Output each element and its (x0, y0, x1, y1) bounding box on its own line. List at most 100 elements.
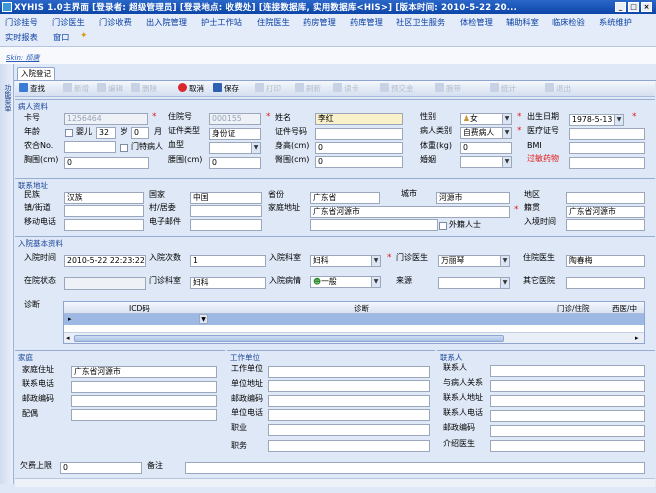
family-zip-field[interactable] (71, 395, 217, 407)
edit-button[interactable]: 编辑 (97, 83, 123, 95)
dept-select[interactable]: 妇科 ▼ (310, 255, 381, 267)
arrears-field[interactable]: 0 (60, 462, 142, 474)
other-hospital-field[interactable] (566, 277, 645, 289)
title-bar[interactable]: XYHIS 1.0主界面 [登录者: 超级管理员] [登录地点: 收费处] [连… (0, 0, 656, 14)
menu-item[interactable]: 住院医生 (257, 16, 290, 28)
chevron-down-icon[interactable]: ▼ (199, 314, 208, 324)
blood-select[interactable]: ▼ (209, 142, 261, 154)
contact-person-field[interactable] (490, 365, 645, 377)
infant-checkbox[interactable] (65, 129, 73, 137)
spouse-field[interactable] (71, 409, 217, 421)
op-doctor-select[interactable]: 万丽琴 ▼ (438, 255, 510, 267)
city-select[interactable]: 河源市 (436, 192, 510, 204)
menu-item[interactable]: 实时报表 (5, 31, 38, 43)
wristband-button[interactable]: 腕带 (435, 83, 461, 95)
waist-field[interactable]: 0 (209, 157, 261, 169)
contact-zip-field[interactable] (490, 425, 645, 437)
gender-select[interactable]: ♟女 ▼ (460, 113, 512, 125)
birth-date-picker[interactable]: 1978-5-13 ▼ (569, 114, 624, 126)
wand-icon[interactable]: ✦ (80, 31, 88, 41)
cancel-button[interactable]: 取消 (178, 83, 204, 95)
town-field[interactable] (64, 205, 144, 217)
family-phone-field[interactable] (71, 381, 217, 393)
native-place-field[interactable]: 广东省河源市 (566, 206, 645, 218)
admit-count-field[interactable]: 1 (190, 255, 266, 267)
delete-button[interactable]: 删除 (131, 83, 157, 95)
refresh-button[interactable]: 刷新 (295, 83, 321, 95)
menu-item[interactable]: 门诊挂号 (5, 16, 38, 28)
chevron-down-icon[interactable]: ▼ (371, 256, 380, 266)
id-no-field[interactable] (315, 128, 403, 140)
remark-field[interactable] (185, 462, 645, 474)
address-extra-field[interactable] (310, 219, 438, 231)
ethnicity-select[interactable]: 汉族 (64, 192, 144, 204)
read-card-button[interactable]: 读卡 (333, 83, 359, 95)
chest-field[interactable]: 0 (64, 157, 149, 169)
find-button[interactable]: 查找 (19, 83, 45, 95)
contact-phone-field[interactable] (490, 410, 645, 422)
chevron-down-icon[interactable]: ▼ (500, 278, 509, 288)
maximize-button[interactable]: □ (628, 2, 639, 12)
foreigner-checkbox[interactable] (439, 222, 447, 230)
condition-select[interactable]: ☻一般 ▼ (310, 276, 381, 288)
prepay-button[interactable]: 预交金 (380, 83, 414, 95)
chevron-down-icon[interactable]: ▼ (614, 115, 623, 125)
referring-doctor-field[interactable] (490, 440, 645, 452)
entry-time-field[interactable] (566, 219, 645, 231)
column-header[interactable]: 诊断 (354, 303, 369, 314)
skin-link[interactable]: Skin: 烦唐 (6, 53, 39, 63)
column-header[interactable]: 门诊/住院 (557, 303, 590, 314)
op-dept-select[interactable]: 妇科 (190, 277, 266, 289)
allergy-field[interactable] (569, 157, 645, 169)
id-type-select[interactable]: 身份证 (209, 128, 261, 140)
scroll-right-icon[interactable]: ▸ (635, 334, 639, 342)
special-patient-checkbox[interactable] (120, 144, 128, 152)
new-button[interactable]: 新增 (63, 83, 89, 95)
chevron-down-icon[interactable]: ▼ (502, 114, 511, 124)
position-field[interactable] (268, 440, 430, 452)
close-button[interactable]: × (641, 2, 652, 12)
job-field[interactable] (268, 424, 430, 436)
print-button[interactable]: 打印 (255, 83, 281, 95)
chevron-down-icon[interactable]: ▼ (502, 157, 511, 167)
menu-item[interactable]: 护士工作站 (201, 16, 242, 28)
menu-item[interactable]: 社区卫生服务 (396, 16, 445, 28)
bmi-field[interactable] (569, 142, 645, 154)
province-select[interactable]: 广东省 (310, 192, 380, 204)
column-header[interactable]: ICD码 (129, 303, 150, 314)
stats-button[interactable]: 统计 (490, 83, 516, 95)
grid-row-selected[interactable]: ▸ ▼ (64, 314, 644, 325)
age-months-field[interactable]: 0 (131, 127, 149, 139)
save-button[interactable]: 保存 (213, 83, 239, 95)
scrollbar-thumb[interactable] (74, 335, 504, 342)
medical-card-field[interactable] (569, 128, 645, 140)
age-years-field[interactable]: 32 (96, 127, 116, 139)
inpatient-no-field[interactable]: 000155 (209, 113, 261, 125)
chevron-down-icon[interactable]: ▼ (371, 277, 380, 287)
menu-item[interactable]: 药房管理 (303, 16, 336, 28)
menu-item[interactable]: 药库管理 (350, 16, 383, 28)
menu-item[interactable]: 临床检验 (552, 16, 585, 28)
home-address-field[interactable]: 广东省河源市 (310, 206, 510, 218)
country-select[interactable]: 中国 (190, 192, 262, 204)
menu-item[interactable]: 门诊医生 (52, 16, 85, 28)
menu-item[interactable]: 辅助科室 (506, 16, 539, 28)
side-menu-strip[interactable]: 功能菜单 (0, 64, 14, 484)
village-field[interactable] (190, 205, 262, 217)
height-field[interactable]: 0 (315, 142, 403, 154)
rural-no-field[interactable] (64, 141, 116, 153)
exit-button[interactable]: 退出 (545, 83, 571, 95)
relation-field[interactable] (490, 380, 645, 392)
menu-item[interactable]: 窗口 (53, 31, 69, 43)
minimize-button[interactable]: _ (615, 2, 626, 12)
source-select[interactable]: ▼ (438, 277, 510, 289)
admit-time-field[interactable]: 2010-5-22 22:23:22 (64, 255, 146, 267)
name-field[interactable]: 李红 (315, 113, 403, 125)
work-unit-field[interactable] (268, 366, 430, 378)
unit-phone-field[interactable] (268, 409, 430, 421)
family-address-field[interactable]: 广东省河源市 (71, 366, 217, 378)
chevron-down-icon[interactable]: ▼ (251, 143, 260, 153)
menu-item[interactable]: 出入院管理 (146, 16, 187, 28)
work-zip-field[interactable] (268, 395, 430, 407)
district-select[interactable] (566, 192, 645, 204)
